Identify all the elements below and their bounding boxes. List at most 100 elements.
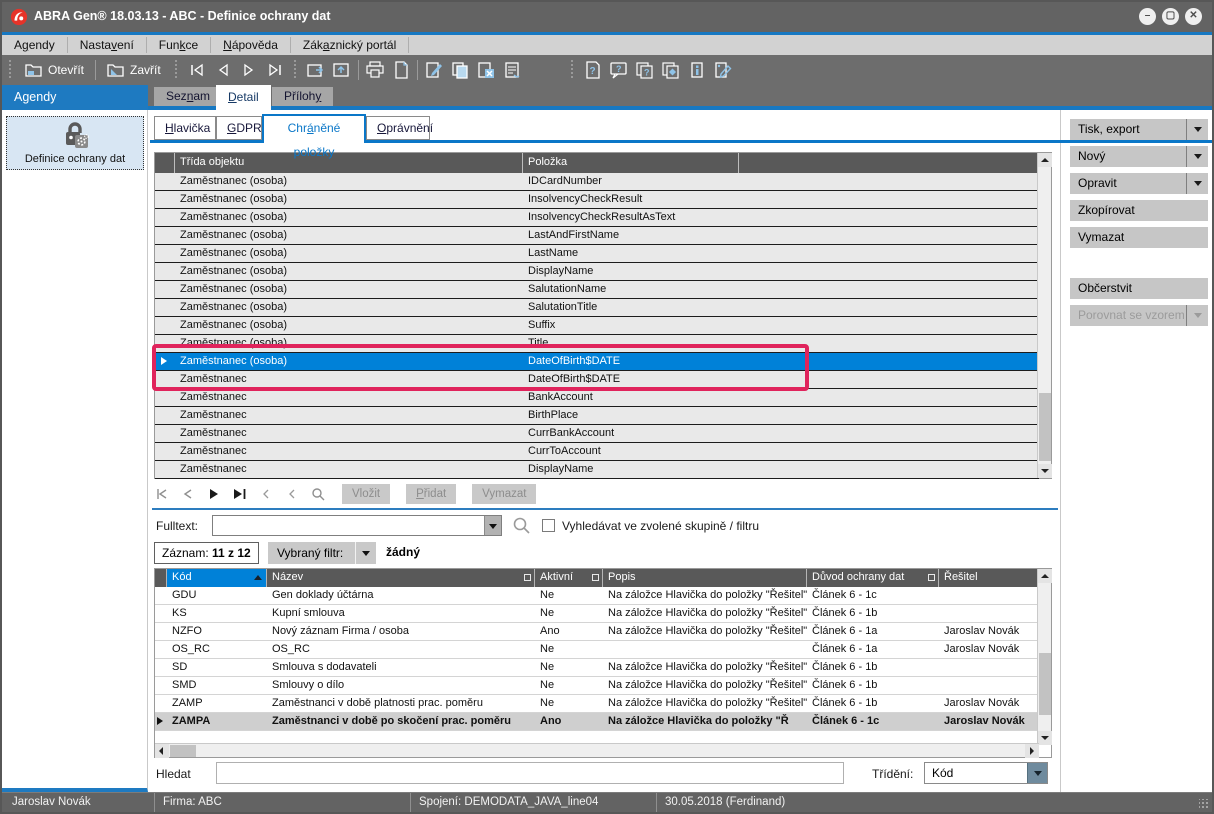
scroll-right-button[interactable]	[1025, 744, 1039, 758]
table-row[interactable]: Zaměstnanec (osoba) SalutationName	[155, 281, 1039, 299]
print-export-button[interactable]: Tisk, export	[1070, 119, 1208, 140]
nav-last-record-icon[interactable]	[263, 58, 287, 82]
subtab-chranene-polozky[interactable]: Chráněné položky	[262, 114, 366, 143]
menu-nastaveni[interactable]: Nastavení	[68, 37, 147, 53]
column-nazev[interactable]: Název	[267, 569, 535, 587]
info-icon[interactable]	[685, 58, 709, 82]
table-row[interactable]: Zaměstnanec (osoba) DateOfBirth$DATE	[155, 353, 1039, 371]
tab-detail[interactable]: Detail	[216, 85, 271, 110]
subtab-hlavicka[interactable]: Hlavička	[154, 116, 216, 140]
column-polozka[interactable]: Položka	[523, 153, 739, 173]
nav-next-record-icon[interactable]	[237, 58, 261, 82]
column-options-icon[interactable]	[928, 574, 935, 581]
tab-seznam[interactable]: Seznam	[154, 87, 222, 106]
print-icon[interactable]	[363, 58, 387, 82]
fulltext-dropdown-button[interactable]	[484, 516, 501, 535]
fulltext-search-icon[interactable]	[512, 516, 531, 540]
column-options-icon[interactable]	[592, 574, 599, 581]
context-help-icon[interactable]: ?	[607, 58, 631, 82]
scroll-up-button[interactable]	[1038, 153, 1052, 167]
goto-prev-icon[interactable]	[180, 487, 196, 501]
selected-filter-button[interactable]: Vybraný filtr:	[268, 542, 376, 564]
maximize-button[interactable]: ▢	[1162, 8, 1179, 25]
goto-next-icon[interactable]	[206, 487, 222, 501]
scroll-down-button[interactable]	[1038, 464, 1052, 478]
copy-record-icon[interactable]	[448, 58, 472, 82]
column-options-icon[interactable]	[524, 574, 531, 581]
view-log-icon[interactable]	[500, 58, 524, 82]
collapse-icon[interactable]	[258, 487, 274, 501]
switch-window-icon[interactable]	[304, 58, 328, 82]
table-row[interactable]: ZAMPA Zaměstnanci v době po skočení prac…	[155, 713, 1039, 731]
resize-grip[interactable]	[1199, 799, 1209, 809]
copy-button[interactable]: Zkopírovat	[1070, 200, 1208, 221]
horizontal-scrollbar[interactable]	[155, 743, 1039, 757]
scroll-up-button[interactable]	[1038, 569, 1052, 583]
goto-last-icon[interactable]	[232, 487, 248, 501]
scroll-thumb[interactable]	[170, 745, 196, 757]
column-kod[interactable]: Kód	[167, 569, 267, 587]
refresh-window-icon[interactable]	[330, 58, 354, 82]
table-row[interactable]: ZAMP Zaměstnanci v době platnosti prac. …	[155, 695, 1039, 713]
table-row[interactable]: KS Kupní smlouva Ne Na záložce Hlavička …	[155, 605, 1039, 623]
column-duvod-ochrany-dat[interactable]: Důvod ochrany dat	[807, 569, 939, 587]
edit-note-icon[interactable]	[711, 58, 735, 82]
search-icon[interactable]	[310, 487, 326, 501]
fulltext-input[interactable]	[212, 515, 502, 536]
scroll-down-button[interactable]	[1038, 731, 1052, 745]
menu-agendy[interactable]: Agendy	[2, 37, 68, 53]
refresh-button[interactable]: Občerstvit	[1070, 278, 1208, 299]
delete-record-icon[interactable]	[474, 58, 498, 82]
open-agenda-button[interactable]: Otevřít	[17, 60, 92, 80]
collapse-all-icon[interactable]	[284, 487, 300, 501]
scroll-thumb[interactable]	[1039, 393, 1051, 461]
vertical-scrollbar[interactable]	[1037, 153, 1051, 478]
table-row[interactable]: OS_RC OS_RC Ne Článek 6 - 1a Jaroslav No…	[155, 641, 1039, 659]
delete-button[interactable]: Vymazat	[1070, 227, 1208, 248]
column-resitel[interactable]: Řešitel	[939, 569, 1039, 587]
table-row[interactable]: Zaměstnanec DateOfBirth$DATE	[155, 371, 1039, 389]
nav-first-record-icon[interactable]	[185, 58, 209, 82]
search-input[interactable]	[216, 762, 844, 784]
related-topics-icon[interactable]	[659, 58, 683, 82]
help-topics-icon[interactable]: ?	[633, 58, 657, 82]
table-row[interactable]: Zaměstnanec (osoba) InsolvencyCheckResul…	[155, 209, 1039, 227]
scroll-thumb[interactable]	[1039, 653, 1051, 715]
table-row[interactable]: Zaměstnanec (osoba) InsolvencyCheckResul…	[155, 191, 1039, 209]
group-filter-checkbox[interactable]	[542, 519, 555, 532]
tab-prilohy[interactable]: Přílohy	[272, 87, 333, 106]
column-aktivni[interactable]: Aktivní	[535, 569, 603, 587]
column-popis[interactable]: Popis	[603, 569, 807, 587]
table-row[interactable]: SMD Smlouvy o dílo Ne Na záložce Hlavičk…	[155, 677, 1039, 695]
column-trida-objektu[interactable]: Třída objektu	[175, 153, 523, 173]
table-row[interactable]: Zaměstnanec CurrBankAccount	[155, 425, 1039, 443]
table-row[interactable]: Zaměstnanec (osoba) LastName	[155, 245, 1039, 263]
edit-button[interactable]: Opravit	[1070, 173, 1208, 194]
close-button[interactable]: ✕	[1185, 8, 1202, 25]
help-icon[interactable]: ?	[581, 58, 605, 82]
table-row[interactable]: Zaměstnanec (osoba) Title	[155, 335, 1039, 353]
scroll-left-button[interactable]	[155, 744, 169, 758]
table-row[interactable]: SD Smlouva s dodavateli Ne Na záložce Hl…	[155, 659, 1039, 677]
goto-first-icon[interactable]	[154, 487, 170, 501]
table-row[interactable]: Zaměstnanec (osoba) DisplayName	[155, 263, 1039, 281]
sort-dropdown-button[interactable]	[1027, 763, 1047, 783]
table-row[interactable]: GDU Gen doklady účtárna Ne Na záložce Hl…	[155, 587, 1039, 605]
table-row[interactable]: Zaměstnanec (osoba) Suffix	[155, 317, 1039, 335]
subtab-opravneni[interactable]: Oprávnění	[366, 116, 430, 140]
nav-prev-record-icon[interactable]	[211, 58, 235, 82]
table-row[interactable]: Zaměstnanec BankAccount	[155, 389, 1039, 407]
table-row[interactable]: Zaměstnanec (osoba) IDCardNumber	[155, 173, 1039, 191]
sort-select[interactable]: Kód	[924, 762, 1048, 784]
menu-napoveda[interactable]: Nápověda	[211, 37, 291, 53]
table-row[interactable]: Zaměstnanec (osoba) LastAndFirstName	[155, 227, 1039, 245]
table-row[interactable]: Zaměstnanec BirthPlace	[155, 407, 1039, 425]
vertical-scrollbar[interactable]	[1037, 569, 1051, 745]
close-agenda-button[interactable]: Zavřít	[99, 60, 169, 80]
menu-zakaznicky-portal[interactable]: Zákaznický portál	[291, 37, 409, 53]
sidebar-item-definice-ochrany-dat[interactable]: Definice ochrany dat	[6, 116, 144, 170]
menu-funkce[interactable]: Funkce	[147, 37, 211, 53]
edit-record-icon[interactable]	[422, 58, 446, 82]
new-button[interactable]: Nový	[1070, 146, 1208, 167]
table-row[interactable]: Zaměstnanec CurrToAccount	[155, 443, 1039, 461]
